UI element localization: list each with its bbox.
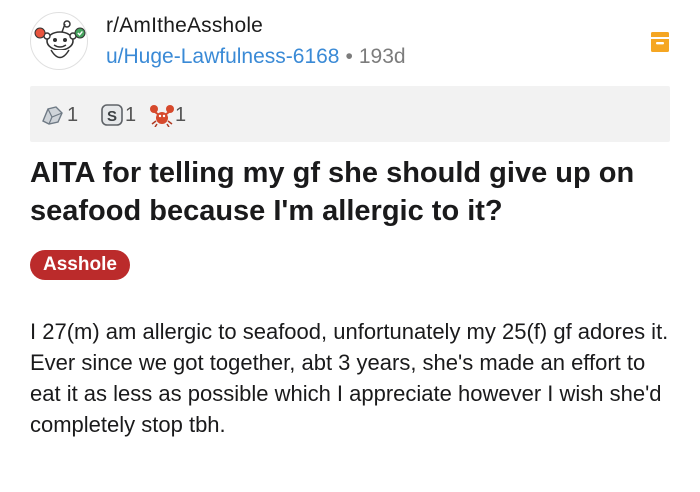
award-count: 1 [125, 103, 137, 126]
post-flair[interactable]: Asshole [30, 250, 130, 280]
award-lobster[interactable]: 1 [148, 103, 186, 127]
post-meta: u/Huge-Lawfulness-6168 • 193d [106, 45, 406, 69]
svg-text:S: S [107, 108, 117, 125]
save-icon[interactable] [650, 30, 670, 54]
lobster-award-icon [150, 105, 174, 127]
s-coin-award-icon: S [101, 104, 123, 126]
post-title: AITA for telling my gf she should give u… [30, 157, 635, 227]
award-count: 1 [67, 103, 79, 126]
subreddit-avatar[interactable] [30, 12, 88, 70]
meta-separator: • [345, 45, 353, 68]
award-silver[interactable]: 1 [40, 103, 78, 127]
author-username[interactable]: u/Huge-Lawfulness-6168 [106, 45, 339, 68]
award-count: 1 [175, 103, 187, 126]
snoo-icon [34, 20, 86, 59]
post-age: 193d [358, 45, 406, 68]
post-body: I 27(m) am allergic to seafood, unfortun… [30, 319, 669, 437]
award-s-coin[interactable]: S 1 [98, 103, 136, 127]
silver-award-icon [42, 106, 63, 125]
post-header: r/AmItheAsshole u/Huge-Lawfulness-6168 • 1… [30, 12, 670, 74]
subreddit-name[interactable]: r/AmItheAsshole [106, 14, 263, 38]
awards-bar: 1 S 1 1 [30, 86, 670, 142]
